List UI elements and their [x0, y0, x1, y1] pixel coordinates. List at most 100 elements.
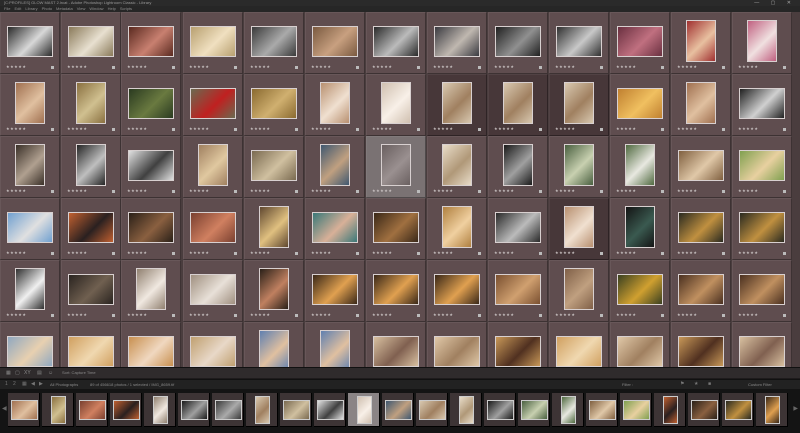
- photo-thumbnail[interactable]: [678, 336, 724, 367]
- back-arrow-icon[interactable]: ◀: [31, 381, 35, 387]
- photo-thumbnail[interactable]: [739, 150, 785, 181]
- grid-cell[interactable]: ★★★★★: [549, 198, 609, 260]
- rating-stars-icon[interactable]: ★★★★★: [127, 65, 147, 69]
- filmstrip-thumbnail[interactable]: [153, 396, 168, 424]
- photo-thumbnail[interactable]: [251, 26, 297, 57]
- photo-thumbnail[interactable]: [15, 82, 45, 124]
- photo-thumbnail[interactable]: [190, 274, 236, 305]
- photo-thumbnail[interactable]: [320, 330, 350, 372]
- filmstrip-thumbnail[interactable]: [215, 400, 242, 420]
- grid-cell[interactable]: ★★★★★: [121, 12, 181, 74]
- filmstrip-item[interactable]: [144, 393, 176, 427]
- photo-thumbnail[interactable]: [556, 336, 602, 367]
- rating-stars-icon[interactable]: ★★★★★: [433, 65, 453, 69]
- photo-thumbnail[interactable]: [312, 212, 358, 243]
- grid-cell[interactable]: ★★★★★: [549, 74, 609, 136]
- rating-stars-icon[interactable]: ★★★★★: [494, 127, 514, 131]
- rating-stars-icon[interactable]: ★★★★★: [189, 313, 209, 317]
- photo-thumbnail[interactable]: [434, 26, 480, 57]
- filmstrip-item[interactable]: [484, 393, 516, 427]
- photo-thumbnail[interactable]: [251, 150, 297, 181]
- photo-thumbnail[interactable]: [259, 268, 289, 310]
- filmstrip-item[interactable]: [586, 393, 618, 427]
- grid-cell[interactable]: ★★★★★: [121, 198, 181, 260]
- photo-thumbnail[interactable]: [442, 144, 472, 186]
- photo-thumbnail[interactable]: [312, 274, 358, 305]
- grid-cell[interactable]: ★★★★★: [427, 74, 487, 136]
- grid-cell[interactable]: ★★★★★: [183, 74, 243, 136]
- filmstrip-thumbnail[interactable]: [561, 396, 576, 424]
- grid-small-icon[interactable]: ▦: [22, 381, 27, 387]
- rating-stars-icon[interactable]: ★★★★★: [738, 189, 758, 193]
- photo-thumbnail[interactable]: [381, 144, 411, 186]
- loupe-view-icon[interactable]: ▢: [15, 370, 20, 376]
- photo-thumbnail[interactable]: [373, 274, 419, 305]
- photo-thumbnail[interactable]: [503, 144, 533, 186]
- rating-stars-icon[interactable]: ★★★★★: [616, 65, 636, 69]
- filmstrip-item[interactable]: [280, 393, 312, 427]
- rating-stars-icon[interactable]: ★★★★★: [433, 313, 453, 317]
- rating-stars-icon[interactable]: ★★★★★: [555, 127, 575, 131]
- star-filter-icon[interactable]: ★: [694, 381, 698, 387]
- photo-thumbnail[interactable]: [686, 82, 716, 124]
- grid-cell[interactable]: ★★★★★: [671, 12, 731, 74]
- photo-thumbnail[interactable]: [190, 336, 236, 367]
- photo-thumbnail[interactable]: [198, 144, 228, 186]
- filmstrip-item[interactable]: [246, 393, 278, 427]
- rating-stars-icon[interactable]: ★★★★★: [67, 189, 87, 193]
- rating-stars-icon[interactable]: ★★★★★: [189, 189, 209, 193]
- rating-stars-icon[interactable]: ★★★★★: [311, 189, 331, 193]
- grid-cell[interactable]: ★★★★★: [549, 12, 609, 74]
- rating-stars-icon[interactable]: ★★★★★: [127, 127, 147, 131]
- photo-thumbnail[interactable]: [442, 82, 472, 124]
- grid-cell[interactable]: ★★★★★: [610, 198, 670, 260]
- filmstrip-thumbnail[interactable]: [459, 396, 474, 424]
- grid-cell[interactable]: ★★★★★: [671, 74, 731, 136]
- rating-stars-icon[interactable]: ★★★★★: [127, 189, 147, 193]
- rating-stars-icon[interactable]: ★★★★★: [616, 251, 636, 255]
- filmstrip-thumbnail[interactable]: [765, 396, 780, 424]
- rating-stars-icon[interactable]: ★★★★★: [677, 251, 697, 255]
- photo-thumbnail[interactable]: [76, 144, 106, 186]
- photo-thumbnail[interactable]: [68, 212, 114, 243]
- filmstrip-thumbnail[interactable]: [487, 400, 514, 420]
- rating-stars-icon[interactable]: ★★★★★: [738, 313, 758, 317]
- grid-cell[interactable]: ★★★★★: [183, 198, 243, 260]
- grid-cell[interactable]: ★★★★★: [61, 260, 121, 322]
- rating-stars-icon[interactable]: ★★★★★: [372, 65, 392, 69]
- grid-cell[interactable]: ★★★★★: [0, 260, 60, 322]
- library-grid[interactable]: ★★★★★ ★★★★★ ★★★★★ ★★★★★ ★★★★★ ★★★★★ ★★★★★ ★★★★★…: [0, 12, 800, 377]
- page1-icon[interactable]: 1: [5, 381, 8, 387]
- grid-cell[interactable]: ★★★★★: [0, 136, 60, 198]
- photo-thumbnail[interactable]: [625, 144, 655, 186]
- flag-filter-icon[interactable]: ⚑: [680, 381, 684, 387]
- rating-stars-icon[interactable]: ★★★★★: [677, 127, 697, 131]
- rating-stars-icon[interactable]: ★★★★★: [494, 65, 514, 69]
- photo-thumbnail[interactable]: [128, 212, 174, 243]
- grid-cell[interactable]: ★★★★★: [488, 74, 548, 136]
- rating-stars-icon[interactable]: ★★★★★: [6, 251, 26, 255]
- photo-thumbnail[interactable]: [7, 336, 53, 367]
- grid-cell[interactable]: ★★★★★: [488, 198, 548, 260]
- rating-stars-icon[interactable]: ★★★★★: [311, 127, 331, 131]
- photo-thumbnail[interactable]: [564, 144, 594, 186]
- filmstrip-thumbnail[interactable]: [725, 400, 752, 420]
- filmstrip-thumbnail[interactable]: [691, 400, 718, 420]
- grid-cell[interactable]: ★★★★★: [671, 198, 731, 260]
- rating-stars-icon[interactable]: ★★★★★: [738, 65, 758, 69]
- photo-thumbnail[interactable]: [190, 88, 236, 119]
- filmstrip-thumbnail[interactable]: [51, 396, 66, 424]
- photo-thumbnail[interactable]: [251, 88, 297, 119]
- rating-stars-icon[interactable]: ★★★★★: [494, 189, 514, 193]
- grid-cell[interactable]: ★★★★★: [244, 260, 304, 322]
- grid-cell[interactable]: ★★★★★: [732, 260, 792, 322]
- photo-thumbnail[interactable]: [128, 150, 174, 181]
- grid-cell[interactable]: ★★★★★: [488, 12, 548, 74]
- grid-cell[interactable]: ★★★★★: [183, 136, 243, 198]
- sort-order[interactable]: Sort: Capture Time: [62, 370, 96, 375]
- grid-cell[interactable]: ★★★★★: [732, 136, 792, 198]
- rating-stars-icon[interactable]: ★★★★★: [738, 127, 758, 131]
- grid-cell[interactable]: ★★★★★: [427, 198, 487, 260]
- filmstrip-thumbnail[interactable]: [317, 400, 344, 420]
- grid-cell[interactable]: ★★★★★: [61, 12, 121, 74]
